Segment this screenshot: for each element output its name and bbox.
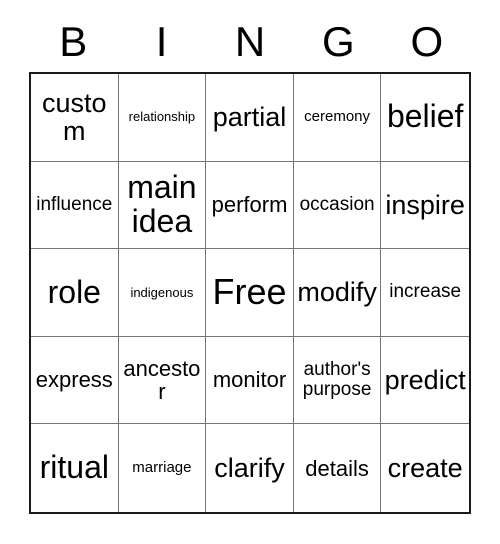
bingo-cell-label: relationship — [128, 109, 196, 125]
bingo-cell-label: ceremony — [304, 108, 371, 126]
bingo-header-row: BINGO — [29, 14, 471, 70]
bingo-free-space-label: Free — [212, 271, 287, 313]
bingo-cell[interactable]: monitor — [206, 336, 294, 425]
bingo-cell[interactable]: partial — [206, 74, 294, 162]
bingo-card: B I N G O custom relationship partial ceremony b… — [0, 0, 500, 544]
bingo-cell-label: monitor — [212, 367, 287, 393]
bingo-cell-label: express — [35, 367, 113, 393]
bingo-cell[interactable]: inspire — [381, 161, 469, 250]
bingo-cell[interactable]: custom — [31, 74, 119, 162]
bingo-header-letter-o: O — [410, 18, 444, 65]
bingo-grid: custom relationship partial ceremony belief i… — [29, 72, 471, 514]
bingo-header-letter-g: G — [322, 18, 355, 65]
bingo-cell[interactable]: main idea — [118, 161, 207, 250]
bingo-cell-label: indigenous — [130, 284, 194, 300]
bingo-header-letter-i: I — [155, 18, 168, 65]
bingo-cell[interactable]: indigenous — [118, 249, 207, 337]
bingo-cell[interactable]: relationship — [118, 74, 207, 162]
bingo-cell[interactable]: modify — [293, 249, 382, 337]
bingo-cell-label: author's purpose — [302, 358, 372, 401]
bingo-cell-label: predict — [384, 364, 466, 395]
bingo-cell-label: ancestor — [123, 355, 201, 405]
bingo-cell[interactable]: influence — [31, 161, 119, 250]
bingo-cell[interactable]: increase — [381, 249, 469, 337]
bingo-cell[interactable]: author's purpose — [293, 336, 382, 425]
bingo-cell-label: partial — [212, 101, 287, 132]
bingo-cell-label: clarify — [214, 452, 285, 483]
bingo-cell-label: increase — [389, 281, 462, 303]
bingo-cell-label: belief — [386, 98, 464, 135]
bingo-cell-label: custom — [42, 87, 107, 147]
bingo-cell-label: ritual — [39, 449, 109, 486]
bingo-cell[interactable]: belief — [381, 74, 469, 162]
bingo-cell[interactable]: occasion — [293, 161, 382, 250]
bingo-cell[interactable]: details — [293, 424, 382, 512]
bingo-cell-label: main idea — [127, 168, 197, 239]
bingo-free-space-cell[interactable]: Free — [206, 249, 294, 337]
bingo-cell[interactable]: ritual — [31, 424, 119, 512]
bingo-cell[interactable]: perform — [206, 161, 294, 250]
bingo-cell[interactable]: marriage — [118, 424, 207, 512]
bingo-cell-label: role — [47, 273, 101, 310]
bingo-cell-label: modify — [297, 277, 377, 308]
bingo-cell[interactable]: predict — [381, 336, 469, 425]
bingo-cell-label: influence — [36, 193, 113, 215]
bingo-cell-label: details — [305, 455, 369, 481]
bingo-cell-label: occasion — [299, 193, 375, 215]
bingo-cell-label: marriage — [132, 459, 192, 477]
bingo-header-letter-n: N — [234, 18, 266, 65]
bingo-cell-label: inspire — [385, 189, 465, 220]
bingo-cell[interactable]: role — [31, 249, 119, 337]
bingo-cell[interactable]: ancestor — [118, 336, 207, 425]
bingo-cell[interactable]: clarify — [206, 424, 294, 512]
bingo-cell[interactable]: create — [381, 424, 469, 512]
bingo-cell[interactable]: express — [31, 336, 119, 425]
bingo-header-letter-b: B — [59, 18, 88, 65]
bingo-cell[interactable]: ceremony — [293, 74, 382, 162]
bingo-cell-label: perform — [211, 192, 288, 218]
bingo-cell-label: create — [387, 452, 463, 483]
